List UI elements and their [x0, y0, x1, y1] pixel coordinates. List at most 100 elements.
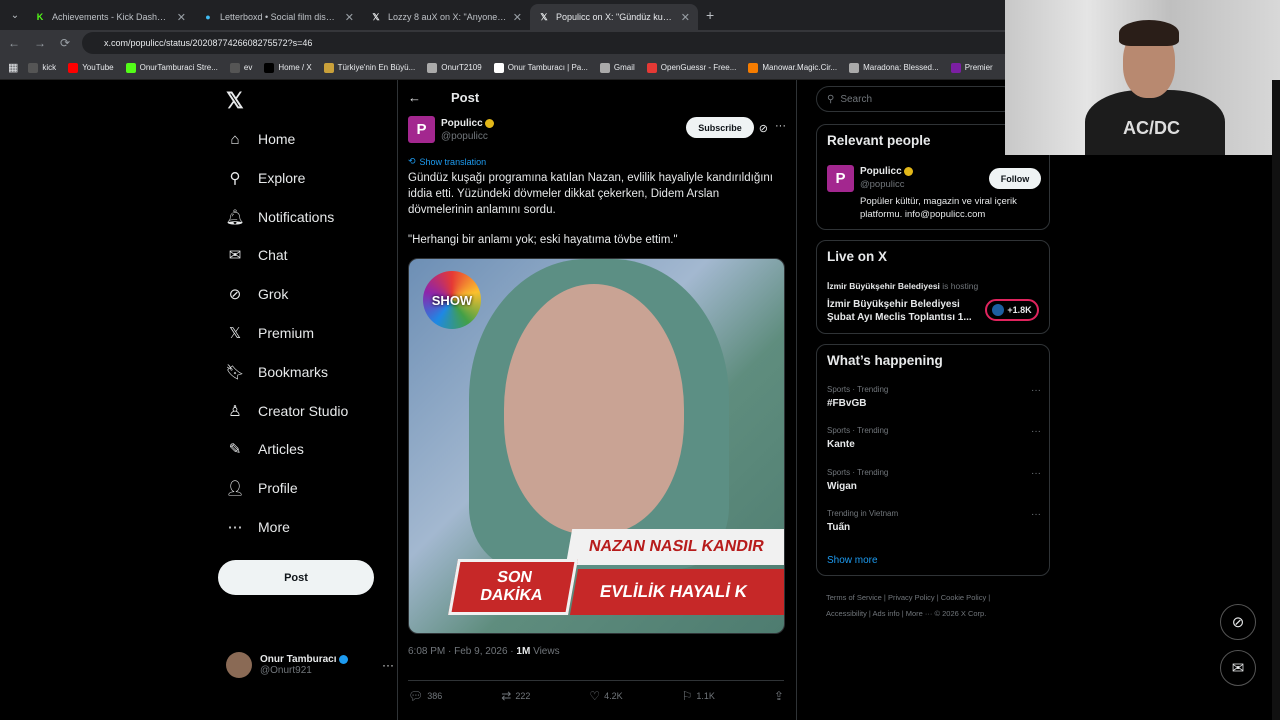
bookmark-item[interactable]: kick	[28, 62, 56, 73]
trend-item[interactable]: Trending in Vietnam Tuấn ···	[827, 509, 1041, 533]
son-text: SON	[495, 569, 534, 586]
nav-item-profile[interactable]: 👤︎ Profile	[225, 479, 298, 497]
nav-item-more[interactable]: ⋯ More	[226, 518, 290, 536]
author-name-row[interactable]: Populicc	[441, 118, 494, 129]
footer-line-1[interactable]: Terms of Service | Privacy Policy | Cook…	[826, 590, 1040, 606]
author-avatar[interactable]: P	[408, 116, 435, 143]
nav-item-bookmarks[interactable]: 🔖︎ Bookmarks	[225, 363, 328, 381]
nav-item-premium[interactable]: 𝕏 Premium	[226, 324, 314, 342]
nav-item-label: Profile	[258, 480, 298, 497]
grok-fab-button[interactable]: ⊘	[1220, 604, 1256, 640]
apps-icon[interactable]: ▦	[8, 61, 18, 74]
trend-item[interactable]: Sports · Trending Wigan ···	[827, 468, 1041, 492]
bookmark-item[interactable]: OnurT2109	[427, 62, 482, 73]
browser-tab[interactable]: 𝕏 Lozzy 8 auX on X: "Anyone wa ✕	[362, 4, 530, 30]
trend-more-icon[interactable]: ···	[1031, 468, 1041, 479]
bookmark-favicon-icon	[264, 62, 275, 73]
bookmark-item[interactable]: Maradona: Blessed...	[849, 62, 939, 73]
webcam-overlay: AC/DC	[1005, 0, 1280, 155]
bookmark-favicon-icon	[748, 62, 759, 73]
trend-item[interactable]: Sports · Trending #FBvGB ···	[827, 385, 1041, 409]
more-options-icon[interactable]: ···	[775, 120, 786, 132]
search-input[interactable]: ⚲ Search	[816, 86, 1016, 112]
bookmark-item[interactable]: YouTube	[68, 62, 114, 73]
relevant-avatar[interactable]: P	[827, 165, 854, 192]
bookmark-item[interactable]: Home / X	[264, 62, 312, 73]
live-host[interactable]: İzmir Büyükşehir Belediyesi is hosting	[827, 281, 978, 291]
x-logo-icon[interactable]: 𝕏	[226, 88, 244, 114]
show-translation-link[interactable]: ⟲ Show translation	[408, 156, 486, 167]
mail-icon: ✉	[1231, 660, 1245, 677]
new-tab-button[interactable]: +	[706, 7, 714, 23]
live-event-title[interactable]: İzmir Büyükşehir Belediyesi Şubat Ayı Me…	[827, 298, 977, 324]
follow-button[interactable]: Follow	[989, 168, 1041, 189]
webcam-shirt-text: AC/DC	[1123, 118, 1180, 138]
nav-item-creator-studio[interactable]: ♙ Creator Studio	[226, 402, 348, 420]
nav-item-notifications[interactable]: 🔔︎ Notifications	[225, 208, 334, 226]
nav-item-explore[interactable]: ⚲ Explore	[226, 169, 306, 187]
kick-icon: K	[36, 12, 44, 22]
messages-fab-button[interactable]: ✉	[1220, 650, 1256, 686]
bookmark-label: OnurTamburaci Stre...	[139, 63, 218, 72]
page-scrollbar[interactable]	[1272, 80, 1280, 720]
tab-close-icon[interactable]: ✕	[513, 11, 522, 24]
bookmark-label: YouTube	[82, 63, 114, 72]
bookmark-item[interactable]: OpenGuessr - Free...	[646, 62, 736, 73]
author-handle[interactable]: @populicc	[441, 131, 488, 142]
reply-button[interactable]: 💬︎ 386	[408, 689, 442, 703]
bookmark-item[interactable]: Manowar.Magic.Cir...	[748, 62, 837, 73]
bookmark-item[interactable]: Onur Tamburacı | Pa...	[493, 62, 588, 73]
trend-more-icon[interactable]: ···	[1031, 426, 1041, 437]
trend-more-icon[interactable]: ···	[1031, 385, 1041, 396]
trend-item[interactable]: Sports · Trending Kante ···	[827, 426, 1041, 450]
browser-tab[interactable]: 𝕏 Populicc on X: "Gündüz kuşağı ✕	[530, 4, 698, 30]
trend-more-icon[interactable]: ···	[1031, 509, 1041, 520]
account-more-icon[interactable]: ···	[382, 658, 394, 672]
x-icon: 𝕏	[540, 11, 548, 22]
url-field[interactable]: x.com/populicc/status/202087742660827557…	[82, 32, 1022, 54]
bookmark-item[interactable]: OnurTamburaci Stre...	[125, 62, 218, 73]
media-face-shape	[504, 284, 684, 534]
back-arrow-icon[interactable]: ←	[408, 90, 421, 105]
bookmark-item[interactable]: Türkiye'nin En Büyü...	[323, 62, 415, 73]
back-icon[interactable]: ←	[8, 36, 20, 50]
account-switcher[interactable]: Onur Tamburacı @Onurt921 ···	[226, 648, 394, 682]
account-handle: @Onurt921	[260, 665, 312, 676]
heart-icon: ♡	[589, 689, 601, 703]
show-more-link[interactable]: Show more	[827, 555, 878, 566]
repost-button[interactable]: ⇄ 222	[501, 689, 530, 703]
bookmark-label: Premier	[964, 63, 993, 72]
bookmark-item[interactable]: ev	[229, 62, 252, 73]
tab-close-icon[interactable]: ✕	[177, 11, 186, 24]
live-listeners-pill[interactable]: +1.8K	[985, 299, 1039, 321]
grok-icon[interactable]: ⊘	[759, 122, 768, 135]
trend-name: Wigan	[827, 480, 857, 492]
share-button[interactable]: ⇪	[774, 689, 784, 703]
post-button[interactable]: Post	[218, 560, 374, 595]
forward-icon[interactable]: →	[34, 36, 46, 50]
nav-item-label: Explore	[258, 169, 306, 186]
post-media-image[interactable]: SHOW NAZAN NASIL KANDIR EVLİLİK HAYALİ K…	[408, 258, 785, 634]
subscribe-button[interactable]: Subscribe	[686, 117, 754, 138]
tab-close-icon[interactable]: ✕	[681, 11, 690, 24]
browser-tab[interactable]: K Achievements - Kick Dashboard ✕	[26, 4, 194, 30]
footer-links: Terms of Service | Privacy Policy | Cook…	[826, 590, 1040, 622]
post-time[interactable]: 6:08 PM · Feb 9, 2026 ·	[408, 646, 516, 657]
like-button[interactable]: ♡ 4.2K	[589, 689, 622, 703]
nav-item-articles[interactable]: ✎ Articles	[226, 440, 304, 458]
bookmark-button[interactable]: ⚐ 1.1K	[682, 689, 715, 703]
reload-icon[interactable]: ⟳	[60, 36, 70, 50]
footer-line-2[interactable]: Accessibility | Ads info | More ··· © 20…	[826, 606, 1040, 622]
trend-category: Sports · Trending	[827, 467, 889, 477]
nav-item-home[interactable]: ⌂ Home	[226, 130, 295, 148]
grok-icon: ⊘	[228, 286, 242, 304]
main-column: ← Post P Populicc @populicc Subscribe ⊘ …	[397, 80, 797, 720]
tab-close-icon[interactable]: ✕	[345, 11, 354, 24]
browser-tab[interactable]: ● Letterboxd • Social film discov ✕	[194, 4, 362, 30]
nav-item-grok[interactable]: ⊘ Grok	[226, 285, 289, 304]
bookmark-item[interactable]: Gmail	[599, 62, 635, 73]
reply-icon: 💬︎	[408, 689, 424, 703]
nav-item-chat[interactable]: ✉ Chat	[226, 246, 288, 264]
tab-search-button[interactable]: ⌄	[4, 4, 26, 26]
bookmark-item[interactable]: Premier	[950, 62, 993, 73]
